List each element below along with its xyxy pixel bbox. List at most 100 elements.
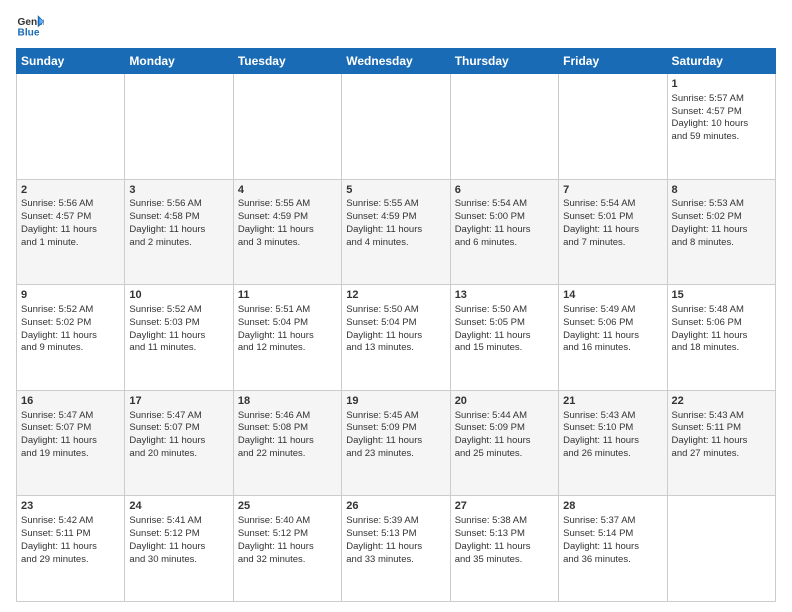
week-row-5: 23Sunrise: 5:42 AMSunset: 5:11 PMDayligh… bbox=[17, 496, 776, 602]
cell-4-2: 17Sunrise: 5:47 AMSunset: 5:07 PMDayligh… bbox=[125, 390, 233, 496]
cell-2-7: 8Sunrise: 5:53 AMSunset: 5:02 PMDaylight… bbox=[667, 179, 775, 285]
day-info: Daylight: 11 hours bbox=[129, 435, 228, 448]
day-info: Daylight: 11 hours bbox=[672, 330, 771, 343]
day-info: Sunset: 5:04 PM bbox=[238, 317, 337, 330]
cell-5-2: 24Sunrise: 5:41 AMSunset: 5:12 PMDayligh… bbox=[125, 496, 233, 602]
cell-1-1 bbox=[17, 74, 125, 180]
day-info: Sunrise: 5:46 AM bbox=[238, 410, 337, 423]
day-info: Sunrise: 5:54 AM bbox=[455, 198, 554, 211]
day-info: and 3 minutes. bbox=[238, 237, 337, 250]
day-info: Daylight: 11 hours bbox=[238, 224, 337, 237]
day-info: and 23 minutes. bbox=[346, 448, 445, 461]
day-info: Daylight: 11 hours bbox=[672, 224, 771, 237]
day-info: Sunset: 5:03 PM bbox=[129, 317, 228, 330]
day-info: Daylight: 11 hours bbox=[129, 330, 228, 343]
cell-2-1: 2Sunrise: 5:56 AMSunset: 4:57 PMDaylight… bbox=[17, 179, 125, 285]
cell-3-4: 12Sunrise: 5:50 AMSunset: 5:04 PMDayligh… bbox=[342, 285, 450, 391]
day-info: Sunset: 4:57 PM bbox=[672, 106, 771, 119]
day-info: Daylight: 11 hours bbox=[346, 224, 445, 237]
day-info: Daylight: 11 hours bbox=[21, 541, 120, 554]
day-info: and 29 minutes. bbox=[21, 554, 120, 567]
cell-4-4: 19Sunrise: 5:45 AMSunset: 5:09 PMDayligh… bbox=[342, 390, 450, 496]
day-info: and 30 minutes. bbox=[129, 554, 228, 567]
day-info: Daylight: 11 hours bbox=[455, 435, 554, 448]
day-info: Sunset: 5:07 PM bbox=[21, 422, 120, 435]
cell-1-4 bbox=[342, 74, 450, 180]
day-info: Sunset: 5:12 PM bbox=[238, 528, 337, 541]
day-number: 28 bbox=[563, 499, 662, 514]
day-info: and 13 minutes. bbox=[346, 342, 445, 355]
cell-5-5: 27Sunrise: 5:38 AMSunset: 5:13 PMDayligh… bbox=[450, 496, 558, 602]
day-info: Daylight: 11 hours bbox=[563, 224, 662, 237]
logo: General Blue bbox=[16, 12, 44, 40]
day-info: and 16 minutes. bbox=[563, 342, 662, 355]
day-info: and 33 minutes. bbox=[346, 554, 445, 567]
day-number: 5 bbox=[346, 183, 445, 198]
day-info: Daylight: 11 hours bbox=[563, 541, 662, 554]
day-info: Daylight: 11 hours bbox=[21, 330, 120, 343]
cell-5-4: 26Sunrise: 5:39 AMSunset: 5:13 PMDayligh… bbox=[342, 496, 450, 602]
cell-5-3: 25Sunrise: 5:40 AMSunset: 5:12 PMDayligh… bbox=[233, 496, 341, 602]
day-info: and 12 minutes. bbox=[238, 342, 337, 355]
day-info: Sunrise: 5:52 AM bbox=[129, 304, 228, 317]
day-info: and 18 minutes. bbox=[672, 342, 771, 355]
day-info: Daylight: 11 hours bbox=[21, 435, 120, 448]
cell-4-7: 22Sunrise: 5:43 AMSunset: 5:11 PMDayligh… bbox=[667, 390, 775, 496]
cell-1-7: 1Sunrise: 5:57 AMSunset: 4:57 PMDaylight… bbox=[667, 74, 775, 180]
day-info: Sunrise: 5:50 AM bbox=[346, 304, 445, 317]
cell-3-5: 13Sunrise: 5:50 AMSunset: 5:05 PMDayligh… bbox=[450, 285, 558, 391]
day-info: Sunrise: 5:42 AM bbox=[21, 515, 120, 528]
col-header-monday: Monday bbox=[125, 49, 233, 74]
day-info: Sunrise: 5:54 AM bbox=[563, 198, 662, 211]
day-info: Daylight: 11 hours bbox=[346, 435, 445, 448]
day-number: 21 bbox=[563, 394, 662, 409]
day-info: Sunrise: 5:50 AM bbox=[455, 304, 554, 317]
col-header-friday: Friday bbox=[559, 49, 667, 74]
day-info: Sunset: 5:08 PM bbox=[238, 422, 337, 435]
day-info: Sunset: 4:58 PM bbox=[129, 211, 228, 224]
day-number: 10 bbox=[129, 288, 228, 303]
day-info: Sunset: 5:04 PM bbox=[346, 317, 445, 330]
week-row-4: 16Sunrise: 5:47 AMSunset: 5:07 PMDayligh… bbox=[17, 390, 776, 496]
day-info: Sunset: 4:59 PM bbox=[238, 211, 337, 224]
day-info: Daylight: 11 hours bbox=[455, 541, 554, 554]
day-info: Sunrise: 5:41 AM bbox=[129, 515, 228, 528]
day-info: Sunset: 5:13 PM bbox=[346, 528, 445, 541]
day-number: 12 bbox=[346, 288, 445, 303]
week-row-3: 9Sunrise: 5:52 AMSunset: 5:02 PMDaylight… bbox=[17, 285, 776, 391]
day-info: Sunset: 5:01 PM bbox=[563, 211, 662, 224]
cell-3-6: 14Sunrise: 5:49 AMSunset: 5:06 PMDayligh… bbox=[559, 285, 667, 391]
day-number: 13 bbox=[455, 288, 554, 303]
day-number: 27 bbox=[455, 499, 554, 514]
svg-text:Blue: Blue bbox=[18, 27, 40, 38]
day-info: Sunrise: 5:57 AM bbox=[672, 93, 771, 106]
day-info: and 4 minutes. bbox=[346, 237, 445, 250]
day-info: and 36 minutes. bbox=[563, 554, 662, 567]
day-info: Sunrise: 5:48 AM bbox=[672, 304, 771, 317]
calendar-table: SundayMondayTuesdayWednesdayThursdayFrid… bbox=[16, 48, 776, 602]
cell-1-5 bbox=[450, 74, 558, 180]
header-row: SundayMondayTuesdayWednesdayThursdayFrid… bbox=[17, 49, 776, 74]
day-number: 17 bbox=[129, 394, 228, 409]
day-info: Daylight: 11 hours bbox=[455, 330, 554, 343]
cell-3-2: 10Sunrise: 5:52 AMSunset: 5:03 PMDayligh… bbox=[125, 285, 233, 391]
day-number: 20 bbox=[455, 394, 554, 409]
day-info: Sunrise: 5:56 AM bbox=[21, 198, 120, 211]
day-info: Sunrise: 5:47 AM bbox=[129, 410, 228, 423]
cell-2-2: 3Sunrise: 5:56 AMSunset: 4:58 PMDaylight… bbox=[125, 179, 233, 285]
cell-2-4: 5Sunrise: 5:55 AMSunset: 4:59 PMDaylight… bbox=[342, 179, 450, 285]
day-info: Sunrise: 5:40 AM bbox=[238, 515, 337, 528]
day-info: Sunset: 5:06 PM bbox=[563, 317, 662, 330]
day-number: 7 bbox=[563, 183, 662, 198]
day-info: and 26 minutes. bbox=[563, 448, 662, 461]
day-info: Sunrise: 5:45 AM bbox=[346, 410, 445, 423]
day-info: Sunset: 5:10 PM bbox=[563, 422, 662, 435]
cell-5-7 bbox=[667, 496, 775, 602]
cell-3-7: 15Sunrise: 5:48 AMSunset: 5:06 PMDayligh… bbox=[667, 285, 775, 391]
cell-4-1: 16Sunrise: 5:47 AMSunset: 5:07 PMDayligh… bbox=[17, 390, 125, 496]
cell-1-3 bbox=[233, 74, 341, 180]
day-number: 4 bbox=[238, 183, 337, 198]
logo-icon: General Blue bbox=[16, 12, 44, 40]
day-number: 15 bbox=[672, 288, 771, 303]
cell-2-6: 7Sunrise: 5:54 AMSunset: 5:01 PMDaylight… bbox=[559, 179, 667, 285]
